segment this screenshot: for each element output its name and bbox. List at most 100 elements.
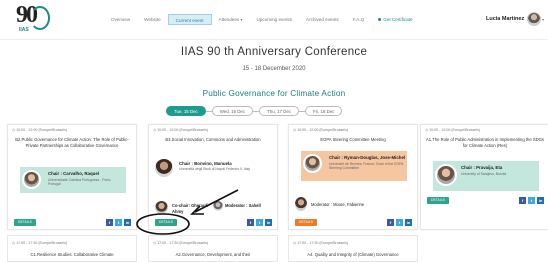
facebook-icon[interactable]: f [106,219,113,226]
main-nav: Overview Website Current event Attendees… [104,14,420,28]
chair-affiliation: Université de Rennes, France; Chair of t… [329,162,404,171]
session-title[interactable]: A2.Governance, Development, and their [153,252,273,257]
details-button[interactable]: DETAILS [427,197,449,204]
conference-title: IIAS 90 th Anniversary Conference [180,46,368,58]
user-avatar[interactable] [527,12,541,26]
co-chair-name[interactable]: Co-chair: Gherardi [172,203,208,208]
details-button[interactable]: DETAILS [155,219,177,226]
certificate-icon [378,18,382,22]
chair-affiliation: University of Sarajevo, Bosnia [461,172,507,176]
chair-box: Chair : Pravaija, Eta University of Sara… [433,161,539,191]
twitter-icon[interactable]: t [528,197,535,204]
session-time-text: 17:00 - 17:30 (Europe/Brussels) [297,241,349,245]
nav-upcoming-events[interactable]: Upcoming events [250,14,300,25]
facebook-icon[interactable]: f [519,197,526,204]
moderator-photo [213,201,223,211]
day-tab-fri[interactable]: Fri, 18 Dec [305,106,343,116]
chair-name[interactable]: Chair : Carvalho, Raquel [48,171,99,176]
nav-website[interactable]: Website [137,14,168,25]
iias-logo[interactable]: 90 IIAS [16,2,50,35]
session-time-text: 10:00 - 12:00 (Europe/Brussels) [157,128,209,132]
session-time-text: 10:00 - 12:00 (Europe/Brussels) [16,128,68,132]
top-navbar: 90 IIAS Overview Website Current event A… [0,0,548,40]
session-time-text: 17:00 - 17:30 (Europe/Brussels) [16,241,68,245]
moderator-name[interactable]: Moderator : Moore, Fabienne [311,202,364,207]
session-card: ◷ 10:00 - 12:00 (Europe/Brussels) B3.Soc… [148,124,278,230]
nav-current-event[interactable]: Current event [167,14,212,25]
linkedin-icon[interactable]: in [265,219,272,226]
co-chair-photo [155,201,168,214]
share-buttons: f t in [387,219,412,226]
session-title[interactable]: A1.The Role of Public Administration in … [425,137,545,148]
session-card: ◷ 17:00 - 17:30 (Europe/Brussels) A2.Gov… [148,235,278,262]
logo-text: IIAS [19,27,29,33]
track-title: Public Governance for Climate Action [202,89,346,98]
chair-affiliation: Universidade Católica Portuguesa - Porto… [48,178,112,187]
details-button[interactable]: DETAILS [295,219,317,226]
user-menu-chevron-icon[interactable]: ▾ [542,17,544,22]
get-certificate-link[interactable]: Get Certificate [371,14,419,25]
session-title[interactable]: C1.Resilience Studies: Collaborative Cli… [12,252,132,257]
day-tab-wed[interactable]: Wed, 16 Dec [211,106,254,116]
chair-box: Chair : Ryman-Douglas, Jose-Michel Unive… [301,151,407,181]
session-title[interactable]: EGPA Steering Committee Meeting [293,137,413,143]
share-buttons: f t in [106,219,131,226]
chair-photo [22,170,41,189]
conference-dates: 15 - 18 December 2020 [242,66,306,72]
chair-name[interactable]: Chair : Pravaija, Eta [461,165,502,170]
session-time: ◷ 17:00 - 17:30 (Europe/Brussels) [12,241,68,245]
nav-attendees-label: Attendees [218,17,240,22]
session-time: ◷ 17:00 - 17:30 (Europe/Brussels) [293,241,349,245]
nav-attendees[interactable]: Attendees ▾ [212,14,250,25]
day-tabs: Tue, 15 Dec Wed, 16 Dec Thu, 17 Dec Fri,… [166,106,343,116]
session-time-text: 10:00 - 12:00 (Europe/Brussels) [297,128,349,132]
session-card: ◷ 10:00 - 12:00 (Europe/Brussels) B2.Pub… [7,124,137,230]
chair-photo [435,164,457,186]
co-chair-row: Co-chair: Gherardi Moderator : Sahell Ah… [153,201,275,215]
chevron-down-icon: ▾ [240,17,243,22]
session-title[interactable]: B3.Social Innovation, Commons and Admini… [153,137,273,143]
details-button[interactable]: DETAILS [14,219,36,226]
session-time-text: 17:00 - 17:30 (Europe/Brussels) [157,241,209,245]
get-certificate-label: Get Certificate [383,17,413,22]
day-tab-divider [205,110,212,112]
session-time-text: 10:00 - 12:00 (Europe/Brussels) [429,128,481,132]
share-buttons: f t in [519,197,544,204]
logo-ring-icon [30,6,50,30]
session-card: ◷ 10:00 - 12:00 (Europe/Brussels) EGPA S… [288,124,418,230]
chair-photo [303,154,322,173]
session-title[interactable]: B2.Public Governance for Climate Action:… [12,137,132,148]
chair-affiliation: Università degli Studi di Napoli Federic… [179,167,251,171]
day-tab-tue[interactable]: Tue, 15 Dec [166,106,206,116]
co-chair-name-continued: Ahmy [172,209,184,214]
day-tab-thu[interactable]: Thu, 17 Dec [259,106,299,116]
linkedin-icon[interactable]: in [537,197,544,204]
twitter-icon[interactable]: t [115,219,122,226]
chair-name[interactable]: Chair : Bonvino, Manuela [179,161,232,166]
nav-archived-events[interactable]: Archived events [299,14,346,25]
share-buttons: f t in [247,219,272,226]
nav-overview[interactable]: Overview [104,14,137,25]
linkedin-icon[interactable]: in [405,219,412,226]
chair-photo [155,159,173,177]
session-time: ◷ 10:00 - 12:00 (Europe/Brussels) [293,128,349,132]
session-time: ◷ 10:00 - 12:00 (Europe/Brussels) [425,128,481,132]
facebook-icon[interactable]: f [247,219,254,226]
twitter-icon[interactable]: t [256,219,263,226]
session-time: ◷ 17:00 - 17:30 (Europe/Brussels) [153,241,209,245]
chair-name[interactable]: Chair : Ryman-Douglas, Jose-Michel [329,155,405,160]
twitter-icon[interactable]: t [396,219,403,226]
moderator-photo [295,197,307,211]
linkedin-icon[interactable]: in [124,219,131,226]
nav-faq[interactable]: F.A.Q [346,14,372,25]
chair-box: Chair : Carvalho, Raquel Universidade Ca… [20,167,126,193]
moderator-name[interactable]: Moderator : Sahell [225,203,261,208]
facebook-icon[interactable]: f [387,219,394,226]
session-time: ◷ 10:00 - 12:00 (Europe/Brussels) [153,128,209,132]
session-card: ◷ 10:00 - 12:00 (Europe/Brussels) A1.The… [420,124,548,230]
session-time: ◷ 10:00 - 12:00 (Europe/Brussels) [12,128,68,132]
session-card: ◷ 17:00 - 17:30 (Europe/Brussels) A4. Qu… [288,235,418,262]
session-card: ◷ 17:00 - 17:30 (Europe/Brussels) C1.Res… [7,235,137,262]
session-title[interactable]: A4. Quality and Integrity of (Climate) G… [293,252,413,257]
user-name[interactable]: Lucia Martinez [486,16,524,22]
